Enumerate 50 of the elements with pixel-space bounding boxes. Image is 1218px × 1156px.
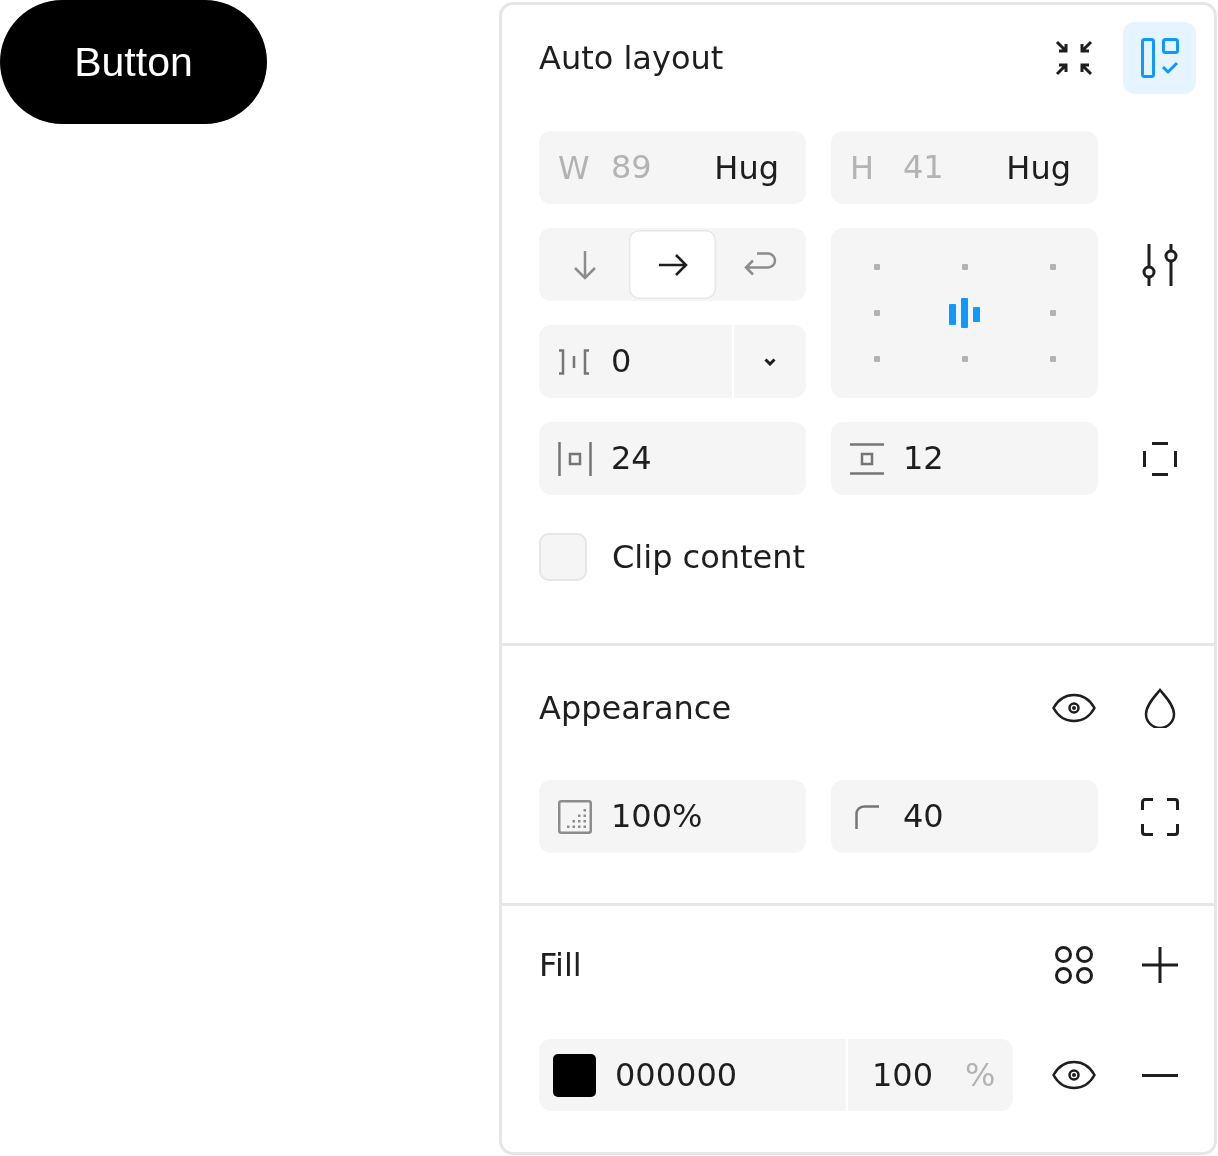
field-value: 000000 [615,1055,739,1095]
color-field[interactable]: 000000 [539,1039,846,1111]
corner-brackets-icon[interactable] [1140,797,1179,836]
eye-icon[interactable] [1051,1060,1096,1090]
section-title: Auto layout [539,38,725,78]
section-title: Appearance [539,688,733,728]
checkbox[interactable] [539,533,587,581]
field-value: 100 [872,1056,934,1094]
field-value: 12 [903,439,945,478]
swatch-icon[interactable] [553,1053,596,1097]
sizing-mode: Hug [714,148,779,187]
checkbox-label: Clip content [612,538,806,576]
horizontal-padding-icon [558,441,592,476]
sizing-mode: Hug [1006,148,1071,187]
field-value: 89 [611,148,653,187]
layout-toggle-button[interactable] [1123,22,1196,94]
eye-icon[interactable] [1051,693,1096,723]
alignment-bars-icon[interactable] [949,297,980,328]
corner-radius-field[interactable]: 40 [831,780,1098,853]
down-arrow-icon [572,249,597,280]
vertical-padding-icon [850,442,884,475]
direction-option[interactable] [628,230,717,299]
field-value: 40 [903,797,945,836]
field-value: 24 [611,439,653,478]
chevron-down-icon [764,357,776,366]
section-title: Fill [539,945,583,985]
right-arrow-icon [657,252,688,277]
four-circles-icon[interactable] [1054,946,1093,984]
drop-icon[interactable] [1142,688,1177,728]
collapse-arrows-icon[interactable] [1054,40,1093,76]
opacity-icon [558,799,592,834]
height-field[interactable]: H 41 Hug [831,131,1098,204]
opacity-field[interactable]: 100% [539,780,806,853]
field-label: W [558,148,591,187]
unit-label: % [965,1056,996,1094]
field-value: 100% [611,797,704,836]
minus-icon[interactable] [1141,1073,1178,1077]
corner-radius-icon [855,804,879,829]
pill-button[interactable]: Button [0,0,267,124]
width-field[interactable]: W 89 Hug [539,131,806,204]
field-value: 0 [611,342,633,381]
field-label: H [850,148,876,187]
horizontal-padding-field[interactable]: 24 [539,422,806,495]
vertical-padding-field[interactable]: 12 [831,422,1098,495]
gap-field[interactable]: 0 [539,325,732,398]
field-value: 41 [903,148,945,187]
gap-icon [558,348,590,375]
fill-opacity-field[interactable]: 100 % [848,1039,1013,1111]
layout-check-icon [1140,38,1179,78]
plus-icon[interactable] [1141,947,1178,983]
